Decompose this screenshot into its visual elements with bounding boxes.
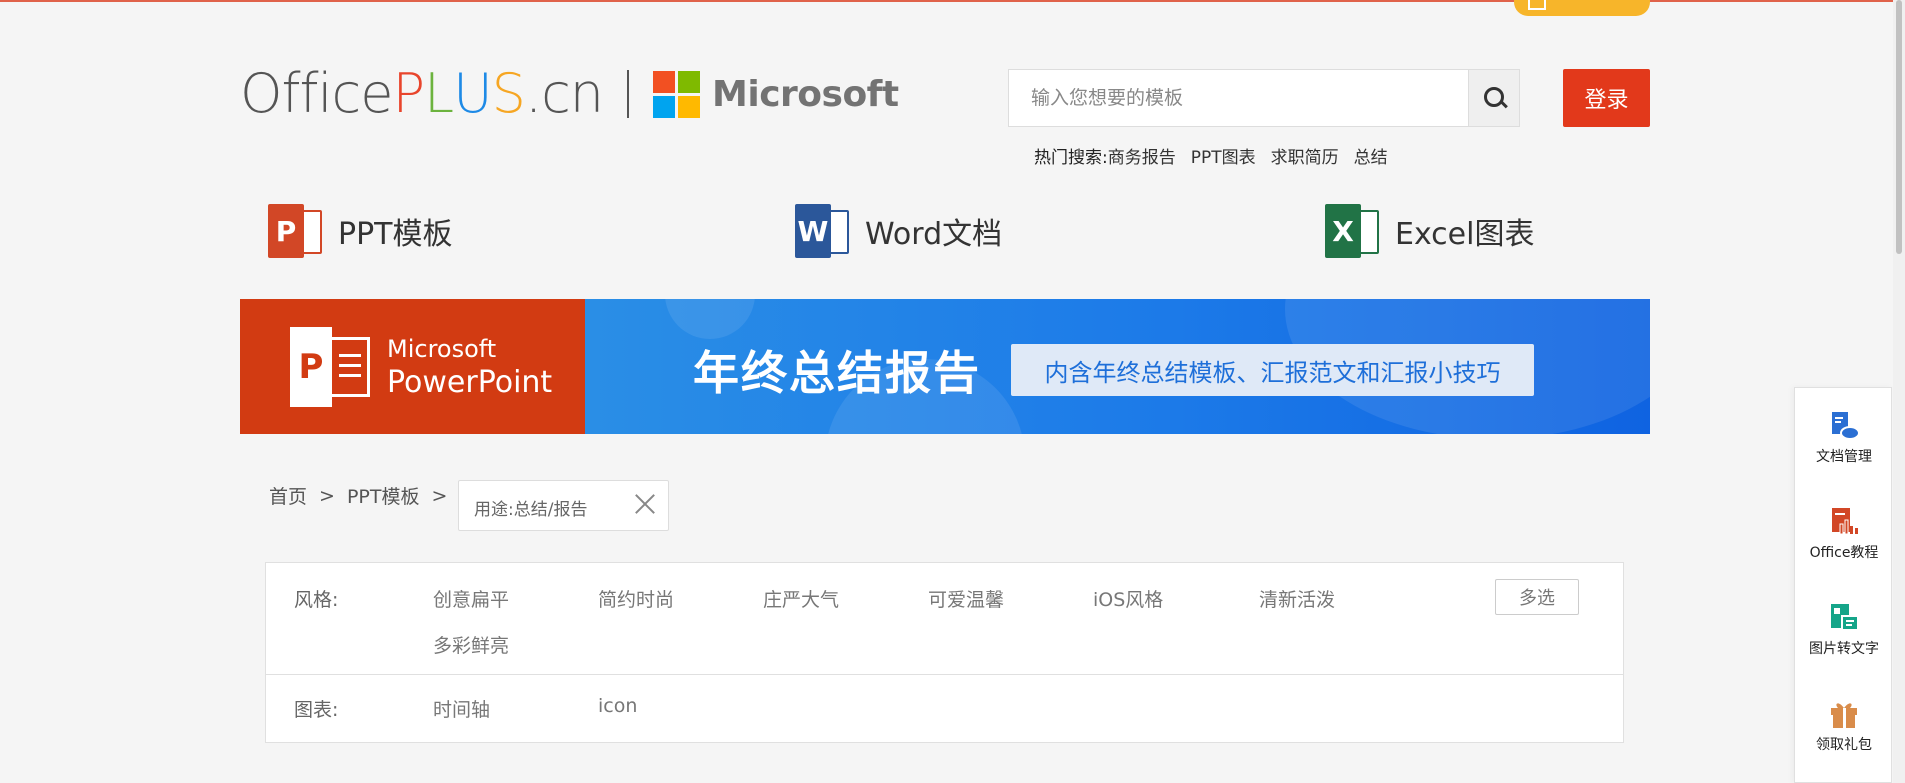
logo-plus-u: U xyxy=(453,62,493,125)
brand-microsoft-text: Microsoft xyxy=(387,335,497,363)
breadcrumb-separator: > xyxy=(431,484,448,507)
sidebar-item-label: 领取礼包 xyxy=(1816,737,1872,753)
filter-option[interactable]: iOS风格 xyxy=(1093,585,1163,612)
filter-option[interactable]: 简约时尚 xyxy=(598,585,674,612)
nav-ppt[interactable]: P PPT模板 xyxy=(268,203,453,259)
sidebar-item-gift[interactable]: 领取礼包 xyxy=(1795,698,1893,754)
filter-option[interactable]: 时间轴 xyxy=(433,695,490,722)
multi-select-button[interactable]: 多选 xyxy=(1495,579,1579,615)
breadcrumb-separator: > xyxy=(319,484,335,507)
sidebar-item-label: 图片转文字 xyxy=(1809,641,1879,657)
floating-sidebar: 文档管理 Office教程 图片转文字 领取礼包 xyxy=(1794,387,1892,783)
sidebar-item-label: Office教程 xyxy=(1809,545,1879,561)
hot-searches: 热门搜索:商务报告 PPT图表 求职简历 总结 xyxy=(1034,143,1403,168)
filter-chart-label: 图表: xyxy=(294,699,339,721)
image-to-text-icon xyxy=(1828,602,1860,634)
logo-office-text: Office xyxy=(240,62,393,125)
powerpoint-brand-panel: P Microsoft PowerPoint xyxy=(240,299,585,434)
powerpoint-logo-icon: P xyxy=(290,327,372,407)
excel-app-icon: X xyxy=(1325,204,1379,258)
banner-title: 年终总结报告 xyxy=(693,346,981,400)
site-logo[interactable]: Office P L U S .cn Microsoft xyxy=(240,66,899,122)
hot-searches-label: 热门搜索: xyxy=(1034,148,1108,168)
brand-powerpoint-text: PowerPoint xyxy=(387,365,553,400)
logo-divider xyxy=(627,70,630,118)
banner-subtitle: 内含年终总结模板、汇报范文和汇报小技巧 xyxy=(1011,344,1534,396)
promo-icon xyxy=(1528,0,1546,10)
banner-content-panel: 年终总结报告 内含年终总结模板、汇报范文和汇报小技巧 xyxy=(585,299,1650,434)
hot-keyword[interactable]: PPT图表 xyxy=(1191,148,1256,168)
page-scrollbar[interactable] xyxy=(1893,0,1905,783)
sidebar-item-office-tutorial[interactable]: Office教程 xyxy=(1795,506,1893,562)
filter-row-chart: 图表: 时间轴 icon xyxy=(266,674,1623,742)
search-box xyxy=(1008,69,1520,127)
gift-icon xyxy=(1828,698,1860,730)
nav-excel-label: Excel图表 xyxy=(1395,217,1535,252)
cloud-doc-icon xyxy=(1828,410,1860,442)
breadcrumb-home[interactable]: 首页 xyxy=(269,482,307,509)
filter-row-style: 风格: 创意扁平 简约时尚 庄严大气 可爱温馨 iOS风格 清新活泼 多彩鲜亮 … xyxy=(266,563,1623,675)
sidebar-item-label: 文档管理 xyxy=(1816,449,1872,465)
active-filter-tag: 用途:总结/报告 xyxy=(458,480,669,531)
top-promo-tab[interactable] xyxy=(1514,0,1650,16)
nav-ppt-label: PPT模板 xyxy=(338,217,453,252)
sidebar-item-doc-manage[interactable]: 文档管理 xyxy=(1795,410,1893,466)
sidebar-item-image-to-text[interactable]: 图片转文字 xyxy=(1795,602,1893,658)
hot-keyword[interactable]: 总结 xyxy=(1354,148,1388,168)
close-icon[interactable] xyxy=(634,493,656,515)
hot-keyword[interactable]: 求职简历 xyxy=(1271,148,1339,168)
nav-excel[interactable]: X Excel图表 xyxy=(1325,203,1534,259)
hot-keyword[interactable]: 商务报告 xyxy=(1108,148,1176,168)
login-button[interactable]: 登录 xyxy=(1563,69,1650,127)
powerpoint-app-icon: P xyxy=(268,204,322,258)
logo-plus-s: S xyxy=(491,62,526,125)
filter-option[interactable]: 可爱温馨 xyxy=(928,585,1004,612)
search-input[interactable] xyxy=(1009,70,1471,126)
scrollbar-thumb[interactable] xyxy=(1896,0,1902,254)
filter-option[interactable]: 创意扁平 xyxy=(433,585,509,612)
filter-option[interactable]: 清新活泼 xyxy=(1259,585,1335,612)
promo-banner[interactable]: P Microsoft PowerPoint 年终总结报告 内含年终总结模板、汇… xyxy=(240,299,1650,434)
breadcrumb-ppt[interactable]: PPT模板 xyxy=(347,482,420,509)
filter-panel: 风格: 创意扁平 简约时尚 庄严大气 可爱温馨 iOS风格 清新活泼 多彩鲜亮 … xyxy=(265,562,1624,743)
active-filter-label: 用途:总结/报告 xyxy=(474,500,588,520)
filter-option[interactable]: icon xyxy=(598,695,637,717)
logo-domain-text: .cn xyxy=(524,62,604,125)
word-app-icon: W xyxy=(795,204,849,258)
search-button[interactable] xyxy=(1468,70,1519,126)
office-tutorial-icon xyxy=(1828,506,1860,538)
logo-plus-l: L xyxy=(424,62,454,125)
filter-option[interactable]: 多彩鲜亮 xyxy=(433,631,509,658)
nav-word[interactable]: W Word文档 xyxy=(795,203,1002,259)
nav-word-label: Word文档 xyxy=(865,217,1003,252)
breadcrumb: 首页 > PPT模板 > xyxy=(269,482,459,509)
filter-style-label: 风格: xyxy=(294,589,339,611)
logo-plus-p: P xyxy=(392,62,425,125)
microsoft-logo-icon xyxy=(653,70,701,118)
logo-microsoft-text: Microsoft xyxy=(712,73,899,115)
filter-option[interactable]: 庄严大气 xyxy=(763,585,839,612)
